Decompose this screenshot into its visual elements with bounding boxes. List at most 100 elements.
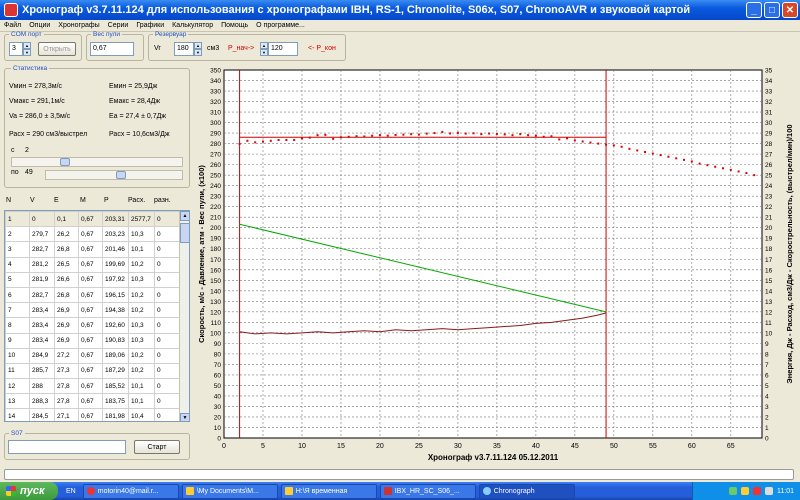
pdf-icon <box>383 487 392 495</box>
table-cell: 192,60 <box>102 317 129 334</box>
x-tick-label: 30 <box>454 443 462 450</box>
velocity-point <box>402 133 405 136</box>
y-right-tick-label: 31 <box>765 110 773 117</box>
menu-file[interactable]: Файл <box>4 22 21 29</box>
menu-options[interactable]: Опции <box>29 22 50 29</box>
menu-about[interactable]: О программе... <box>256 22 305 29</box>
table-cell: 181,98 <box>102 408 129 421</box>
com-port-spinner[interactable]: ▲ ▼ <box>23 42 31 56</box>
table-cell: 190,83 <box>102 332 129 349</box>
table-cell: 189,06 <box>102 347 129 364</box>
velocity-point <box>628 147 631 150</box>
y-right-tick-label: 10 <box>765 330 773 337</box>
table-row[interactable]: 10 284,9 27,2 0,67 189,06 10,2 0 <box>5 347 182 364</box>
table-row[interactable]: 12 288 27,8 0,67 185,52 10,1 0 <box>5 378 182 395</box>
table-row[interactable]: 13 288,3 27,8 0,67 183,75 10,1 0 <box>5 393 182 410</box>
table-cell: 0 <box>154 241 182 258</box>
range-to-thumb[interactable] <box>116 171 126 179</box>
menu-chronographs[interactable]: Хронографы <box>58 22 99 29</box>
x-tick-label: 65 <box>727 443 735 450</box>
reservoir-volume-spinner[interactable]: ▲ ▼ <box>194 42 202 56</box>
volume-icon[interactable] <box>765 487 773 495</box>
shots-table[interactable]: 1 0 0,1 0,67 203,31 2577,7 0 2 279,7 26,2 0,67 203,… <box>4 210 190 422</box>
table-cell: 10,2 <box>128 302 155 319</box>
y-right-tick-label: 2 <box>765 414 769 421</box>
menu-calculator[interactable]: Калькулятор <box>172 22 213 29</box>
table-cell: 201,46 <box>102 241 129 258</box>
y-left-tick-label: 280 <box>210 141 221 148</box>
y-left-tick-label: 30 <box>214 404 222 411</box>
range-from-slider[interactable] <box>11 157 183 167</box>
reservoir-volume-input[interactable]: 180 <box>174 42 194 56</box>
open-port-button[interactable]: Открыть <box>38 42 76 56</box>
p-start-input[interactable]: 120 <box>268 42 298 56</box>
table-scrollbar[interactable]: ▲ ▼ <box>179 211 189 421</box>
range-from-thumb[interactable] <box>60 158 70 166</box>
table-cell: 0 <box>154 211 182 228</box>
start-button[interactable]: Старт <box>134 440 180 454</box>
velocity-point <box>261 140 264 143</box>
table-cell: 10,3 <box>128 226 155 243</box>
range-to-slider[interactable] <box>45 170 183 180</box>
y-right-tick-label: 7 <box>765 362 769 369</box>
close-button[interactable]: ✕ <box>782 2 798 18</box>
taskbar-item-documents[interactable]: \My Documents\M... <box>181 483 278 499</box>
table-row[interactable]: 3 282,7 26,8 0,67 201,46 10,1 0 <box>5 241 182 258</box>
table-cell: 7 <box>5 302 30 319</box>
table-cell: 203,31 <box>102 211 129 228</box>
table-row[interactable]: 2 279,7 26,2 0,67 203,23 10,3 0 <box>5 226 182 243</box>
network-icon[interactable] <box>729 487 737 495</box>
table-cell: 0 <box>29 211 55 228</box>
menu-charts[interactable]: Графики <box>136 22 164 29</box>
table-cell: 1 <box>5 211 30 228</box>
velocity-point <box>698 162 701 165</box>
table-row[interactable]: 1 0 0,1 0,67 203,31 2577,7 0 <box>5 211 182 228</box>
scroll-up-icon[interactable]: ▲ <box>180 211 189 221</box>
com-port-legend: COM порт <box>11 31 42 38</box>
menu-series[interactable]: Серии <box>108 22 129 29</box>
com-port-input[interactable]: 3 <box>9 42 23 56</box>
statistics-legend: Статистика <box>11 65 50 72</box>
table-row[interactable]: 11 285,7 27,3 0,67 187,29 10,2 0 <box>5 362 182 380</box>
table-cell: 13 <box>5 393 30 410</box>
table-row[interactable]: 6 282,7 26,8 0,67 196,15 10,2 0 <box>5 286 182 304</box>
velocity-point <box>519 133 522 136</box>
antivirus-icon[interactable] <box>753 487 761 495</box>
taskbar-item-opera[interactable]: motorin40@mail.r... <box>82 483 179 499</box>
shield-icon[interactable] <box>741 487 749 495</box>
maximize-button[interactable]: □ <box>764 2 780 18</box>
table-cell: 10 <box>5 347 30 364</box>
language-indicator[interactable]: EN <box>66 488 76 495</box>
scroll-down-icon[interactable]: ▼ <box>180 413 189 421</box>
table-row[interactable]: 7 283,4 26,9 0,67 194,38 10,2 0 <box>5 302 182 319</box>
velocity-point <box>558 138 561 141</box>
table-cell: 10,2 <box>128 362 155 380</box>
scroll-thumb[interactable] <box>180 223 189 243</box>
start-menu-button[interactable]: пуск <box>0 482 58 500</box>
taskbar-item-ibx[interactable]: IBX_HR_SC_S06_... <box>379 483 476 499</box>
p-start-spinner[interactable]: ▲ ▼ <box>260 42 268 56</box>
menu-help[interactable]: Помощь <box>221 22 248 29</box>
p-start-label: P_нач-> <box>228 45 255 52</box>
table-cell: 288 <box>29 378 55 395</box>
bullet-weight-input[interactable]: 0,67 <box>90 42 134 56</box>
table-row[interactable]: 9 283,4 26,9 0,67 190,83 10,3 0 <box>5 332 182 349</box>
table-row[interactable]: 14 284,5 27,1 0,67 181,98 10,4 0 <box>5 408 182 421</box>
table-cell: 10,1 <box>128 393 155 410</box>
table-cell: 0,67 <box>78 241 103 258</box>
velocity-point <box>246 139 249 142</box>
table-row[interactable]: 5 281,9 26,6 0,67 197,92 10,3 0 <box>5 271 182 288</box>
minimize-button[interactable]: _ <box>746 2 762 18</box>
table-row[interactable]: 4 281,2 26,5 0,67 199,69 10,2 0 <box>5 256 182 273</box>
table-row[interactable]: 8 283,4 26,9 0,67 192,60 10,3 0 <box>5 317 182 334</box>
table-cell: 0 <box>154 378 182 395</box>
taskbar-item-temp-folder[interactable]: H:\Я временная <box>280 483 377 499</box>
velocity-point <box>441 130 444 133</box>
taskbar-item-chronograph[interactable]: Chronograph <box>478 483 575 499</box>
y-right-tick-label: 35 <box>765 68 773 75</box>
s07-input[interactable] <box>8 440 126 454</box>
table-cell: 3 <box>5 241 30 258</box>
x-tick-label: 15 <box>337 443 345 450</box>
y-right-tick-label: 34 <box>765 78 773 85</box>
opera-icon <box>86 487 95 495</box>
